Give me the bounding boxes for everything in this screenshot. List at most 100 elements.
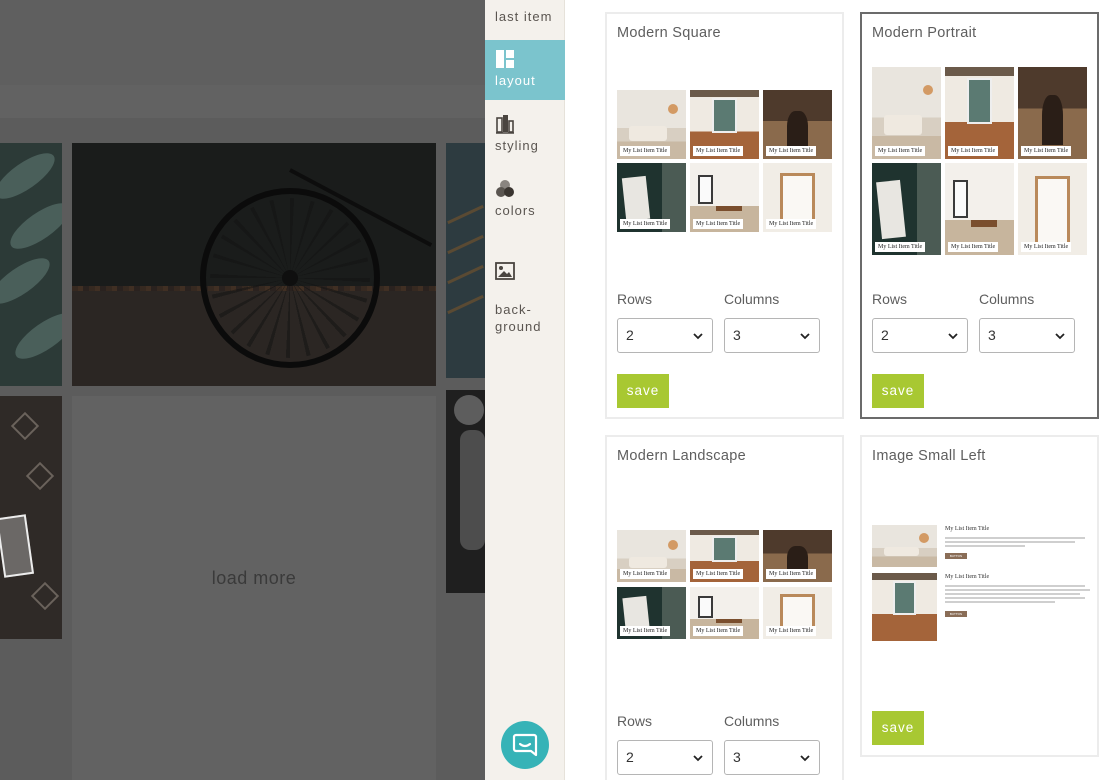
columns-select[interactable]: 3 <box>724 740 820 775</box>
thumb-caption: My List Item Title <box>620 569 671 579</box>
rows-select[interactable]: 2 <box>617 318 713 353</box>
chevron-down-icon <box>800 755 810 762</box>
layout-thumbnail: My List Item Title My List Item Title My… <box>872 67 1088 257</box>
thumb-photo: My List Item Title <box>690 587 759 639</box>
thumb-photo: My List Item Title <box>617 90 686 159</box>
nav-label: colors <box>495 203 536 218</box>
preview-image-leaves <box>0 143 62 386</box>
editor-sidenav: last item layout styling colors back- gr… <box>485 0 565 780</box>
layout-thumbnail: My List Item Title BUTTON My List Item T… <box>872 525 1097 645</box>
colors-icon <box>496 180 514 197</box>
thumb-caption: My List Item Title <box>693 626 744 636</box>
chevron-down-icon <box>1055 333 1065 340</box>
thumb-photo: My List Item Title <box>872 163 941 255</box>
save-button[interactable]: save <box>617 374 669 408</box>
thumb-caption: My List Item Title <box>766 219 817 229</box>
rows-select-value: 2 <box>626 327 634 343</box>
thumb-photo: My List Item Title <box>690 90 759 159</box>
last-item-icon <box>495 0 515 2</box>
thumb-photo: My List Item Title <box>945 163 1014 255</box>
layout-thumbnail: My List Item Title My List Item Title My… <box>617 90 833 232</box>
thumb-caption: My List Item Title <box>766 626 817 636</box>
layout-icon <box>496 50 514 68</box>
thumb-item-title: My List Item Title <box>945 526 990 532</box>
thumb-photo: My List Item Title <box>763 587 832 639</box>
rows-select-value: 2 <box>626 749 634 765</box>
thumb-photo: My List Item Title <box>1018 163 1087 255</box>
thumb-photo: My List Item Title <box>617 530 686 582</box>
rows-label: Rows <box>617 713 653 729</box>
preview-image-right <box>446 143 485 378</box>
layout-card-modern-square[interactable]: Modern Square My List Item Title My List… <box>605 12 844 419</box>
rows-select-value: 2 <box>881 327 889 343</box>
preview-image-person <box>446 390 485 593</box>
preview-image-snowflakes <box>0 396 62 639</box>
nav-item-styling[interactable]: styling <box>485 114 565 164</box>
load-more-tile[interactable]: load more <box>72 396 436 780</box>
thumb-photo: My List Item Title <box>872 67 941 159</box>
columns-select-value: 3 <box>988 327 996 343</box>
nav-label: styling <box>495 138 539 153</box>
chat-button[interactable] <box>501 721 549 769</box>
thumb-caption: My List Item Title <box>693 146 744 156</box>
columns-select[interactable]: 3 <box>724 318 820 353</box>
rows-select[interactable]: 2 <box>872 318 968 353</box>
preview-band <box>0 85 485 118</box>
thumb-caption: My List Item Title <box>1021 146 1072 156</box>
chevron-down-icon <box>693 333 703 340</box>
thumb-photo <box>872 525 937 567</box>
background-image-icon <box>495 262 515 280</box>
chevron-down-icon <box>800 333 810 340</box>
load-more-label[interactable]: load more <box>72 568 436 589</box>
nav-item-colors[interactable]: colors <box>485 179 565 229</box>
thumb-item-button: BUTTON <box>945 553 967 559</box>
chevron-down-icon <box>948 333 958 340</box>
chevron-down-icon <box>693 755 703 762</box>
thumb-photo: My List Item Title <box>690 163 759 232</box>
thumb-caption: My List Item Title <box>766 569 817 579</box>
columns-select[interactable]: 3 <box>979 318 1075 353</box>
thumb-photo: My List Item Title <box>763 163 832 232</box>
thumb-caption: My List Item Title <box>875 146 926 156</box>
columns-label: Columns <box>724 713 780 729</box>
thumb-caption: My List Item Title <box>766 146 817 156</box>
nav-item-background[interactable]: back- ground <box>485 244 565 334</box>
preview-header <box>0 0 485 85</box>
columns-select-value: 3 <box>733 327 741 343</box>
rows-select[interactable]: 2 <box>617 740 713 775</box>
nav-item-last-item[interactable]: last item <box>485 0 565 40</box>
thumb-caption: My List Item Title <box>1021 242 1072 252</box>
layout-card-modern-landscape[interactable]: Modern Landscape My List Item Title My L… <box>605 435 844 780</box>
thumb-caption: My List Item Title <box>948 146 999 156</box>
layout-thumbnail: My List Item Title My List Item Title My… <box>617 530 833 639</box>
thumb-caption: My List Item Title <box>948 242 999 252</box>
thumb-caption: My List Item Title <box>620 626 671 636</box>
thumb-caption: My List Item Title <box>693 219 744 229</box>
columns-select-value: 3 <box>733 749 741 765</box>
thumb-photo: My List Item Title <box>763 90 832 159</box>
nav-label: back- ground <box>495 302 542 334</box>
thumb-photo: My List Item Title <box>617 587 686 639</box>
save-button[interactable]: save <box>872 711 924 745</box>
layout-card-image-small-left[interactable]: Image Small Left My List Item Title BUTT… <box>860 435 1099 757</box>
thumb-caption: My List Item Title <box>620 219 671 229</box>
thumb-item-button: BUTTON <box>945 611 967 617</box>
nav-label: layout <box>495 73 536 88</box>
thumb-caption: My List Item Title <box>875 242 926 252</box>
nav-item-layout[interactable]: layout <box>485 40 565 100</box>
layout-card-title: Modern Square <box>617 25 721 41</box>
thumb-photo <box>872 573 937 641</box>
thumb-photo: My List Item Title <box>763 530 832 582</box>
thumb-item-title: My List Item Title <box>945 574 990 580</box>
thumb-photo: My List Item Title <box>617 163 686 232</box>
rows-label: Rows <box>872 291 908 307</box>
rows-label: Rows <box>617 291 653 307</box>
chat-bubble-icon <box>512 733 538 757</box>
layout-card-modern-portrait[interactable]: Modern Portrait My List Item Title My Li… <box>860 12 1099 419</box>
site-preview: load more <box>0 0 485 780</box>
layout-card-title: Modern Portrait <box>872 25 977 41</box>
columns-label: Columns <box>724 291 780 307</box>
styling-icon <box>496 115 514 134</box>
layout-card-title: Image Small Left <box>872 448 986 464</box>
save-button[interactable]: save <box>872 374 924 408</box>
